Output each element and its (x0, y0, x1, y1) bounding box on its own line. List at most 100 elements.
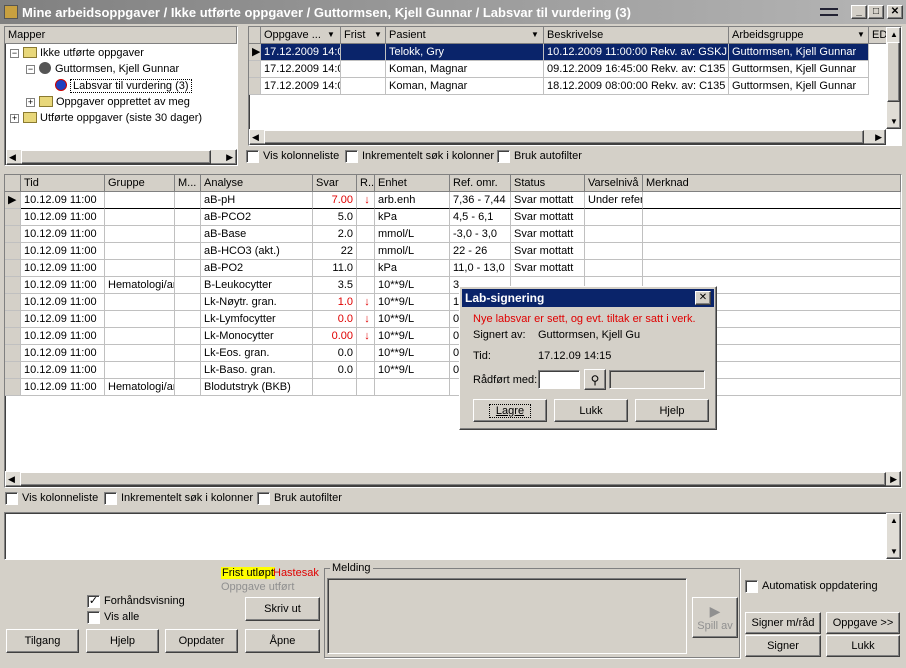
scroll-right-icon[interactable]: ▶ (875, 132, 882, 143)
scroll-thumb[interactable] (264, 130, 864, 144)
incremental-search-checkbox-2[interactable] (104, 492, 117, 505)
update-button[interactable]: Oppdater (165, 629, 238, 653)
tasks-vscrollbar[interactable]: ▲ ▼ (886, 27, 901, 129)
expand-icon[interactable]: + (10, 114, 19, 123)
col-m[interactable]: M... (175, 175, 201, 192)
show-columns-checkbox-2[interactable] (5, 492, 18, 505)
result-row[interactable]: 10.12.09 11:00 aB-PCO2 5.0 kPa 4,5 - 6,1 Svar… (5, 209, 901, 226)
sign-button[interactable]: Signer (745, 635, 821, 657)
scroll-left-icon[interactable]: ◀ (252, 132, 259, 143)
scroll-left-icon[interactable]: ◀ (8, 474, 15, 485)
col-analyse[interactable]: Analyse (201, 175, 313, 192)
preview-area[interactable]: ▲ ▼ (4, 512, 902, 560)
save-button[interactable]: Lagre (473, 399, 547, 422)
task-button[interactable]: Oppgave >> (826, 612, 900, 634)
result-row[interactable]: 10.12.09 11:00 Lk-Lymfocytter 0.0 ↓ 10**9/L 0 (5, 311, 901, 328)
tree-item-utforte[interactable]: Utførte oppgaver (siste 30 dager) (23, 110, 202, 126)
help-button[interactable]: Hjelp (86, 629, 159, 653)
dialog-close-button[interactable]: Lukk (554, 399, 628, 422)
results-hscrollbar[interactable]: ◀ ▶ (5, 471, 901, 487)
dialog-title-bar[interactable]: Lab-signering (462, 289, 714, 307)
scroll-down-icon[interactable]: ▼ (890, 547, 898, 556)
col-r[interactable]: R... (357, 175, 375, 192)
preview-vscrollbar[interactable]: ▲ ▼ (886, 513, 901, 559)
pin-icon[interactable] (820, 8, 838, 16)
task-row[interactable]: 17.12.2009 14:0 Koman, Magnar 09.12.2009… (249, 61, 889, 78)
show-columns-checkbox[interactable] (246, 150, 259, 163)
scroll-thumb[interactable] (21, 150, 211, 164)
open-button[interactable]: Åpne (245, 629, 320, 653)
scroll-right-icon[interactable]: ▶ (890, 474, 897, 485)
tree-item-labsvar[interactable]: Labsvar til vurdering (3) (55, 78, 192, 94)
preview-checkbox[interactable]: ✓ (87, 595, 100, 608)
results-grid[interactable]: Tid Gruppe M... Analyse Svar R... Enhet … (4, 174, 902, 488)
result-row[interactable]: 10.12.09 11:00 Lk-Baso. gran. 0.0 10**9/L 0 (5, 362, 901, 379)
tree-hscrollbar[interactable]: ◀ ▶ (6, 149, 237, 165)
result-row[interactable]: ▶ 10.12.09 11:00 aB-pH 7.00 ↓ arb.enh 7,36 - 7… (5, 192, 901, 209)
result-row[interactable]: 10.12.09 11:00 aB-Base 2.0 mmol/L -3,0 - 3,0… (5, 226, 901, 243)
tasks-hscrollbar[interactable]: ◀ ▶ (249, 129, 886, 145)
scroll-thumb[interactable] (887, 42, 900, 102)
dropdown-icon[interactable]: ▼ (857, 30, 865, 39)
col-arbeidsgruppe[interactable]: Arbeidsgruppe (729, 27, 869, 44)
tree-item-user[interactable]: Guttormsen, Kjell Gunnar (39, 61, 179, 77)
lab-signing-dialog[interactable]: Lab-signering ✕ Nye labsvar er sett, og … (459, 286, 717, 430)
folder-tree[interactable]: Mapper − Ikke utførte oppgaver − Guttorm… (4, 26, 238, 166)
col-status[interactable]: Status (511, 175, 585, 192)
dropdown-icon[interactable]: ▼ (531, 30, 539, 39)
incremental-search-checkbox[interactable] (345, 150, 358, 163)
sign-consult-button[interactable]: Signer m/råd (745, 612, 821, 634)
autofilter-checkbox-2[interactable] (257, 492, 270, 505)
scroll-right-icon[interactable]: ▶ (226, 152, 233, 163)
scroll-up-icon[interactable]: ▲ (890, 30, 898, 39)
access-button[interactable]: Tilgang (6, 629, 79, 653)
play-button[interactable]: ▶ Spill av (692, 597, 738, 638)
col-beskrivelse[interactable]: Beskrivelse (544, 27, 729, 44)
result-row[interactable]: 10.12.09 11:00 Hematologi/ar B-Leukocytter… (5, 277, 901, 294)
tasks-grid[interactable]: Oppgave ... Frist Pasient Beskrivelse Ar… (248, 26, 902, 146)
result-row[interactable]: 10.12.09 11:00 Lk-Nøytr. gran. 1.0 ↓ 10**9/L… (5, 294, 901, 311)
collapse-icon[interactable]: − (26, 65, 35, 74)
col-merknad[interactable]: Merknad (643, 175, 901, 192)
result-row[interactable]: 10.12.09 11:00 Lk-Monocytter 0.00 ↓ 10**9/L 0 (5, 328, 901, 345)
col-pasient[interactable]: Pasient (386, 27, 544, 44)
maximize-button[interactable]: □ (868, 5, 884, 19)
dialog-close-icon[interactable]: ✕ (695, 291, 711, 305)
col-enhet[interactable]: Enhet (375, 175, 450, 192)
scroll-down-icon[interactable]: ▼ (890, 117, 898, 126)
dropdown-icon[interactable]: ▼ (327, 30, 335, 39)
col-svar[interactable]: Svar (313, 175, 357, 192)
minimize-button[interactable]: _ (851, 5, 867, 19)
dialog-help-button[interactable]: Hjelp (635, 399, 709, 422)
result-row[interactable]: 10.12.09 11:00 Lk-Eos. gran. 0.0 10**9/L 0 (5, 345, 901, 362)
cell-flag: ↓ (357, 311, 375, 328)
col-varselniva[interactable]: Varselnivå (585, 175, 643, 192)
search-binoculars-icon[interactable]: ⚲ (584, 369, 606, 390)
task-row[interactable]: ▶ 17.12.2009 14:0 Telokk, Gry 10.12.2009… (249, 44, 889, 61)
print-button[interactable]: Skriv ut (245, 597, 320, 621)
result-row[interactable]: 10.12.09 11:00 aB-HCO3 (akt.) 22 mmol/L 22 -… (5, 243, 901, 260)
result-row[interactable]: 10.12.09 11:00 Hematologi/ar Blodutstryk (… (5, 379, 901, 396)
expand-icon[interactable]: + (26, 98, 35, 107)
scroll-thumb[interactable] (20, 472, 886, 486)
col-gruppe[interactable]: Gruppe (105, 175, 175, 192)
cell-svar: 11.0 (313, 260, 357, 277)
task-row[interactable]: 17.12.2009 14:0 Koman, Magnar 18.12.2009… (249, 78, 889, 95)
autofilter-checkbox[interactable] (497, 150, 510, 163)
auto-update-checkbox[interactable] (745, 580, 758, 593)
tree-item-opprettet[interactable]: Oppgaver opprettet av meg (39, 94, 190, 110)
title-bar[interactable]: Mine arbeidsoppgaver / Ikke utførte oppg… (0, 0, 906, 24)
close-button[interactable]: ✕ (887, 5, 903, 19)
result-row[interactable]: 10.12.09 11:00 aB-PO2 11.0 kPa 11,0 - 13,0 Sv… (5, 260, 901, 277)
collapse-icon[interactable]: − (10, 49, 19, 58)
message-textbox[interactable] (327, 578, 687, 654)
col-tid[interactable]: Tid (21, 175, 105, 192)
scroll-up-icon[interactable]: ▲ (890, 516, 898, 525)
consulted-input[interactable] (538, 370, 580, 389)
tree-item-ikke-utforte[interactable]: Ikke utførte oppgaver (23, 45, 144, 61)
close-main-button[interactable]: Lukk (826, 635, 900, 657)
show-all-checkbox[interactable] (87, 611, 100, 624)
dropdown-icon[interactable]: ▼ (374, 30, 382, 39)
scroll-left-icon[interactable]: ◀ (9, 152, 16, 163)
col-ref[interactable]: Ref. omr. (450, 175, 511, 192)
